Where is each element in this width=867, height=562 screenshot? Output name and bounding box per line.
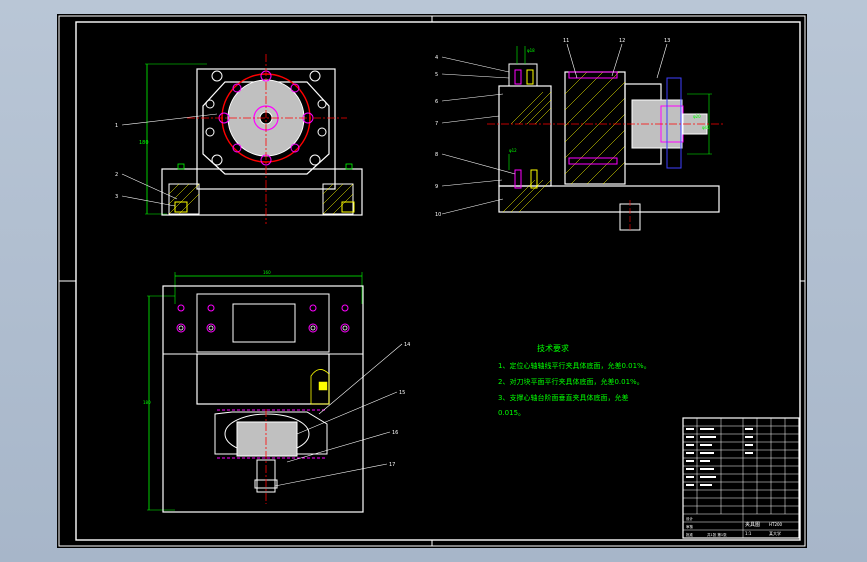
balloon-13: 13 xyxy=(664,38,670,44)
tech-req-line3: 3、支撑心轴台阶面垂直夹具体底面，允差 xyxy=(498,393,628,402)
balloon-11: 11 xyxy=(563,38,569,44)
balloon-4: 4 xyxy=(435,55,438,61)
outer-frame xyxy=(58,15,806,547)
tech-req-line4: 0.015。 xyxy=(498,409,525,417)
balloon-6: 6 xyxy=(435,99,438,105)
top-height-dim: 180 xyxy=(143,400,151,405)
balloon-1: 1 xyxy=(115,123,118,129)
side-view: φ18 φ12 φ40 φ20 4 5 6 7 8 9 10 11 12 13 xyxy=(435,38,725,232)
title-checker: 审核 xyxy=(686,524,694,529)
side-dim-a: φ40 xyxy=(702,125,710,130)
balloon-7: 7 xyxy=(435,121,438,127)
front-view: 180 1 2 3 xyxy=(115,54,363,224)
tech-requirements: 技术要求 1、定位心轴轴线平行夹具体底面，允差0.01%。 2、对刀块平面平行夹… xyxy=(498,343,651,417)
tech-req-title: 技术要求 xyxy=(537,343,569,353)
title-drawing-name: 夹具图 xyxy=(745,521,760,528)
balloon-5: 5 xyxy=(435,72,438,78)
balloon-10: 10 xyxy=(435,212,441,218)
zone-marks xyxy=(59,16,805,546)
title-company: 某大学 xyxy=(769,530,781,536)
title-scale: 1:1 xyxy=(745,531,752,536)
side-fit-1: φ18 xyxy=(527,48,535,53)
title-sheet: 共1张 第1张 xyxy=(707,532,727,537)
balloon-17: 17 xyxy=(389,462,395,468)
drawing-canvas: 180 1 2 3 φ18 φ12 φ40 φ20 4 5 6 7 8 9 10… xyxy=(58,15,806,547)
tech-req-line2: 2、对刀块平面平行夹具体底面，允差0.01%。 xyxy=(498,377,644,386)
cad-viewport[interactable]: 180 1 2 3 φ18 φ12 φ40 φ20 4 5 6 7 8 9 10… xyxy=(0,0,867,562)
title-block: 夹具图 HT200 1:1 某大学 设计 审核 批准 共1张 第1张 xyxy=(682,417,800,539)
drawing-sheet: 180 1 2 3 φ18 φ12 φ40 φ20 4 5 6 7 8 9 10… xyxy=(57,14,807,548)
balloon-15: 15 xyxy=(399,390,405,396)
balloon-12: 12 xyxy=(619,38,625,44)
tech-req-line1: 1、定位心轴轴线平行夹具体底面，允差0.01%。 xyxy=(498,361,651,370)
title-approver: 批准 xyxy=(686,532,694,537)
balloon-2: 2 xyxy=(115,172,118,178)
title-material: HT200 xyxy=(769,522,783,527)
balloon-14: 14 xyxy=(404,342,410,348)
top-view: 160 180 14 15 16 17 xyxy=(143,270,410,513)
front-height-dim: 180 xyxy=(139,140,149,146)
title-designer: 设计 xyxy=(686,516,694,521)
side-dim-b: φ20 xyxy=(693,114,701,119)
top-width-dim: 160 xyxy=(263,270,271,275)
balloon-3: 3 xyxy=(115,194,118,200)
balloon-8: 8 xyxy=(435,152,438,158)
balloon-16: 16 xyxy=(392,430,398,436)
side-fit-2: φ12 xyxy=(509,148,517,153)
balloon-9: 9 xyxy=(435,184,438,190)
